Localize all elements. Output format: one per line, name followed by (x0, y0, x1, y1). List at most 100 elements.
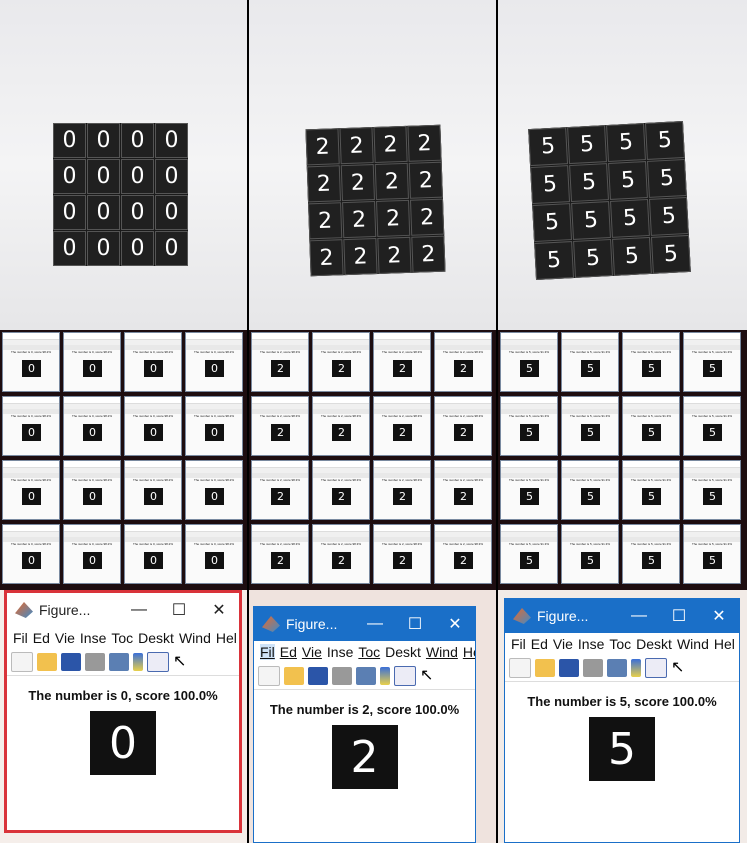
mini-figure-window[interactable]: The number is 2, score 98.3% 2 (312, 332, 370, 392)
link-plot-icon[interactable] (607, 659, 627, 677)
mini-figure-window[interactable]: The number is 5, score 91.3% 5 (683, 332, 741, 392)
menu-view[interactable]: Vie (302, 644, 322, 660)
colorbar-icon[interactable] (133, 653, 143, 671)
new-figure-icon[interactable] (258, 666, 280, 686)
maximize-button[interactable]: ☐ (659, 606, 699, 626)
mini-figure-window[interactable]: The number is 0, score 98.2% 0 (2, 396, 60, 456)
mini-figure-window[interactable]: The number is 2, score 98.3% 2 (312, 396, 370, 456)
mini-figure-window[interactable]: The number is 2, score 98.3% 2 (373, 396, 431, 456)
legend-icon[interactable] (645, 658, 667, 678)
mini-figure-window[interactable]: The number is 2, score 98.3% 2 (251, 332, 309, 392)
mini-figure-window[interactable]: The number is 2, score 98.3% 2 (373, 460, 431, 520)
minimize-button[interactable]: — (619, 607, 659, 625)
mini-figure-window[interactable]: The number is 5, score 91.3% 5 (683, 524, 741, 584)
pointer-icon[interactable]: ↖ (420, 667, 440, 685)
minimize-button[interactable]: — (355, 615, 395, 633)
menu-tools[interactable]: Toc (609, 636, 631, 652)
close-button[interactable]: ✕ (199, 600, 239, 620)
menu-desktop[interactable]: Deskt (385, 644, 421, 660)
mini-figure-window[interactable]: The number is 0, score 98.2% 0 (63, 332, 121, 392)
save-icon[interactable] (61, 653, 81, 671)
menu-file[interactable]: Fil (13, 630, 28, 646)
legend-icon[interactable] (394, 666, 416, 686)
menu-view[interactable]: Vie (55, 630, 75, 646)
menu-insert[interactable]: Inse (80, 630, 106, 646)
menu-window[interactable]: Wind (179, 630, 211, 646)
menu-help[interactable]: Hel (714, 636, 735, 652)
mini-figure-window[interactable]: The number is 0, score 98.2% 0 (63, 524, 121, 584)
close-button[interactable]: ✕ (435, 614, 475, 634)
menu-insert[interactable]: Inse (578, 636, 604, 652)
mini-figure-window[interactable]: The number is 2, score 98.3% 2 (434, 460, 492, 520)
mini-figure-window[interactable]: The number is 5, score 91.3% 5 (500, 396, 558, 456)
mini-figure-window[interactable]: The number is 5, score 91.3% 5 (622, 396, 680, 456)
mini-figure-window[interactable]: The number is 2, score 98.3% 2 (373, 332, 431, 392)
mini-figure-window[interactable]: The number is 5, score 91.3% 5 (622, 524, 680, 584)
pointer-icon[interactable]: ↖ (671, 659, 691, 677)
figure-window-0[interactable]: Figure... — ☐ ✕ Fil Ed Vie Inse Toc Desk… (4, 590, 242, 833)
mini-figure-window[interactable]: The number is 0, score 98.2% 0 (185, 396, 243, 456)
mini-figure-window[interactable]: The number is 0, score 98.2% 0 (124, 460, 182, 520)
mini-figure-window[interactable]: The number is 0, score 98.2% 0 (124, 524, 182, 584)
mini-figure-window[interactable]: The number is 2, score 98.3% 2 (373, 524, 431, 584)
menu-tools[interactable]: Toc (358, 644, 380, 660)
mini-figure-window[interactable]: The number is 5, score 91.3% 5 (622, 332, 680, 392)
legend-icon[interactable] (147, 652, 169, 672)
mini-figure-window[interactable]: The number is 0, score 98.2% 0 (2, 332, 60, 392)
menu-insert[interactable]: Inse (327, 644, 353, 660)
menu-window[interactable]: Wind (677, 636, 709, 652)
mini-figure-window[interactable]: The number is 5, score 91.3% 5 (561, 332, 619, 392)
pointer-icon[interactable]: ↖ (173, 653, 193, 671)
colorbar-icon[interactable] (380, 667, 390, 685)
mini-figure-window[interactable]: The number is 5, score 91.3% 5 (683, 460, 741, 520)
figure-window-2[interactable]: Figure... — ☐ ✕ Fil Ed Vie Inse Toc Desk… (253, 606, 476, 843)
menu-help[interactable]: Hel (216, 630, 237, 646)
link-plot-icon[interactable] (109, 653, 129, 671)
mini-figure-window[interactable]: The number is 2, score 98.3% 2 (312, 524, 370, 584)
colorbar-icon[interactable] (631, 659, 641, 677)
title-bar[interactable]: Figure... — ☐ ✕ (505, 599, 739, 633)
menu-file[interactable]: Fil (260, 644, 275, 660)
mini-figure-window[interactable]: The number is 0, score 98.2% 0 (63, 396, 121, 456)
link-plot-icon[interactable] (356, 667, 376, 685)
save-icon[interactable] (559, 659, 579, 677)
minimize-button[interactable]: — (119, 601, 159, 619)
mini-figure-window[interactable]: The number is 0, score 98.2% 0 (185, 524, 243, 584)
menu-edit[interactable]: Ed (280, 644, 297, 660)
new-figure-icon[interactable] (11, 652, 33, 672)
menu-desktop[interactable]: Deskt (636, 636, 672, 652)
menu-edit[interactable]: Ed (33, 630, 50, 646)
mini-figure-window[interactable]: The number is 5, score 91.3% 5 (561, 396, 619, 456)
mini-figure-window[interactable]: The number is 5, score 91.3% 5 (500, 460, 558, 520)
menu-edit[interactable]: Ed (531, 636, 548, 652)
mini-figure-window[interactable]: The number is 2, score 98.3% 2 (251, 396, 309, 456)
mini-figure-window[interactable]: The number is 5, score 91.3% 5 (561, 460, 619, 520)
mini-figure-window[interactable]: The number is 2, score 98.3% 2 (312, 460, 370, 520)
menu-file[interactable]: Fil (511, 636, 526, 652)
mini-figure-window[interactable]: The number is 2, score 98.3% 2 (251, 460, 309, 520)
mini-figure-window[interactable]: The number is 0, score 98.2% 0 (185, 332, 243, 392)
open-folder-icon[interactable] (37, 653, 57, 671)
close-button[interactable]: ✕ (699, 606, 739, 626)
mini-figure-window[interactable]: The number is 2, score 98.3% 2 (434, 332, 492, 392)
mini-figure-window[interactable]: The number is 2, score 98.3% 2 (434, 396, 492, 456)
mini-figure-window[interactable]: The number is 0, score 98.2% 0 (124, 332, 182, 392)
figure-window-5[interactable]: Figure... — ☐ ✕ Fil Ed Vie Inse Toc Desk… (504, 598, 740, 843)
mini-figure-window[interactable]: The number is 0, score 98.2% 0 (185, 460, 243, 520)
mini-figure-window[interactable]: The number is 0, score 98.2% 0 (63, 460, 121, 520)
maximize-button[interactable]: ☐ (395, 614, 435, 634)
menu-view[interactable]: Vie (553, 636, 573, 652)
open-folder-icon[interactable] (535, 659, 555, 677)
menu-window[interactable]: Wind (426, 644, 458, 660)
mini-figure-window[interactable]: The number is 0, score 98.2% 0 (2, 524, 60, 584)
maximize-button[interactable]: ☐ (159, 600, 199, 620)
mini-figure-window[interactable]: The number is 5, score 91.3% 5 (561, 524, 619, 584)
menu-tools[interactable]: Toc (111, 630, 133, 646)
new-figure-icon[interactable] (509, 658, 531, 678)
mini-figure-window[interactable]: The number is 5, score 91.3% 5 (500, 524, 558, 584)
title-bar[interactable]: Figure... — ☐ ✕ (7, 593, 239, 627)
mini-figure-window[interactable]: The number is 5, score 91.3% 5 (500, 332, 558, 392)
print-icon[interactable] (583, 659, 603, 677)
mini-figure-window[interactable]: The number is 0, score 98.2% 0 (124, 396, 182, 456)
print-icon[interactable] (85, 653, 105, 671)
